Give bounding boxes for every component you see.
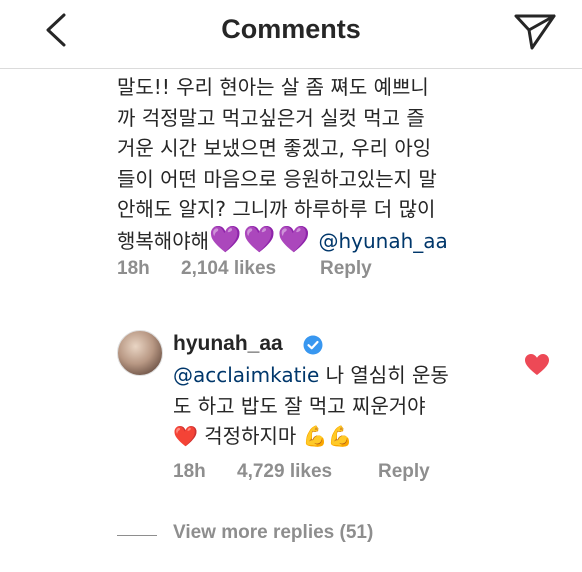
reply-line: @acclaimkatie 나 열심히 운동 <box>173 360 518 391</box>
paper-plane-icon[interactable] <box>512 10 558 52</box>
comment-reply-button[interactable]: Reply <box>320 258 372 280</box>
comment-meta: 18h 2,104 likes Reply <box>117 258 577 282</box>
reply-body: @acclaimkatie 나 열심히 운동 도 하고 밥도 잘 먹고 찌운거야… <box>173 360 518 452</box>
reply-text-part: 나 열심히 운동 <box>319 363 449 387</box>
comment-time: 18h <box>117 258 150 279</box>
red-heart-emoji: ❤️ <box>173 424 198 448</box>
comment-last-text: 행복해야해 <box>117 228 209 253</box>
avatar[interactable] <box>117 330 163 376</box>
reply-text-part: 걱정하지마 <box>197 424 303 448</box>
comment-body: 말도!! 우리 현아는 살 좀 쪄도 예쁘니 까 걱정말고 먹고싶은거 실컷 먹… <box>117 72 557 256</box>
comment-line: 행복해야해💜💜💜 @hyunah_aa <box>117 225 557 257</box>
comment-line: 들이 어떤 마음으로 응원하고있는지 말 <box>117 166 437 191</box>
purple-hearts-emoji: 💜💜💜 <box>209 224 313 255</box>
comment-mention-link[interactable]: @hyunah_aa <box>318 229 447 253</box>
comment-line: 까 걱정말고 먹고싶은거 실컷 먹고 즐 <box>117 105 425 130</box>
muscle-emoji: 💪💪 <box>302 424 353 448</box>
reply-likes[interactable]: 4,729 likes <box>237 461 332 483</box>
reply-username[interactable]: hyunah_aa <box>173 332 283 356</box>
view-more-replies-button[interactable]: View more replies (51) <box>173 522 373 544</box>
heart-filled-icon[interactable] <box>524 353 550 377</box>
comment-line: 거운 시간 보냈으면 좋겠고, 우리 아잉 <box>117 136 432 160</box>
comment-line: 안해도 알지? 그니까 하루하루 더 많이 <box>117 197 436 221</box>
reply-line: ❤️ 걱정하지마 💪💪 <box>173 421 518 452</box>
view-more-divider <box>117 535 157 536</box>
reply-reply-button[interactable]: Reply <box>378 461 430 483</box>
reply-time: 18h <box>173 461 206 482</box>
header-bar: Comments <box>0 0 582 69</box>
comment-line: 말도!! 우리 현아는 살 좀 쪄도 예쁘니 <box>117 75 429 99</box>
comment-likes[interactable]: 2,104 likes <box>181 258 276 280</box>
verified-badge-icon <box>303 335 323 355</box>
reply-mention-link[interactable]: @acclaimkatie <box>173 363 319 387</box>
reply-meta: 18h 4,729 likes Reply <box>173 461 533 485</box>
page-title: Comments <box>221 14 361 44</box>
reply-line: 도 하고 밥도 잘 먹고 찌운거야 <box>173 393 426 418</box>
